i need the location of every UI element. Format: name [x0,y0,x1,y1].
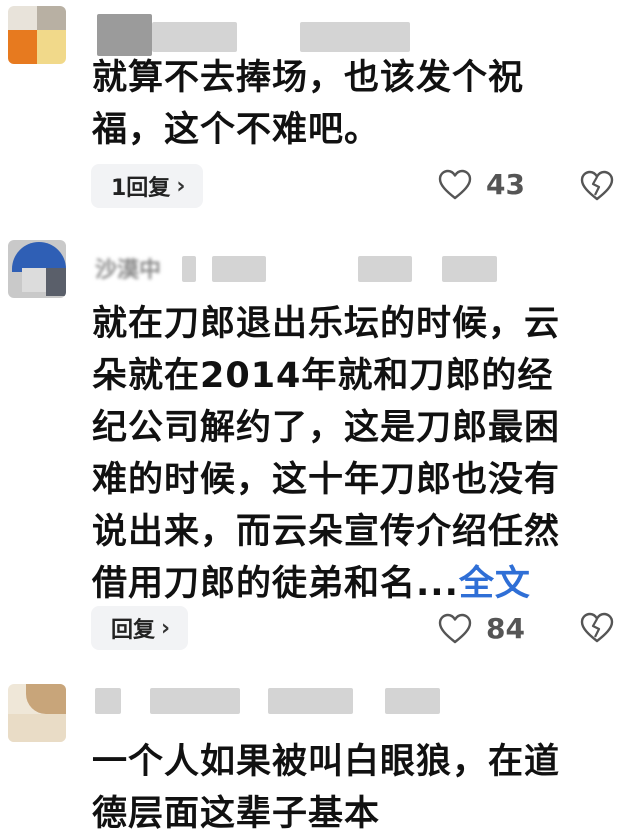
username-blur [152,22,237,52]
chevron-right-icon: › [161,615,171,641]
like-count: 43 [486,168,525,201]
username-blur[interactable] [95,688,121,714]
like-button[interactable]: 43 [438,168,525,201]
comment-line: 纪公司解约了，这是刀郎最困 [92,408,561,448]
comment-line: 借用刀郎的徒弟和名...全文 [92,558,622,610]
comment-last-line: 借用刀郎的徒弟和名... [92,564,459,604]
username-blur [300,22,410,52]
heart-icon [438,613,472,643]
username-blur [182,256,196,282]
comment-item-1: 就算不去捧场，也该发个祝 福，这个不难吧。 1回复 › 43 [0,0,640,220]
avatar[interactable] [8,6,66,64]
chevron-right-icon: › [176,173,186,199]
comment-line: 福，这个不难吧。 [92,110,381,150]
reply-button[interactable]: 回复 › [91,606,189,650]
like-count: 84 [486,612,525,645]
username-blur [442,256,497,282]
avatar[interactable] [8,240,66,298]
comment-line: 难的时候，这十年刀郎也没有 [92,460,561,500]
username-blur [268,688,353,714]
comment-item-2: 沙漠中 就在刀郎退出乐坛的时候，云 朵就在2014年就和刀郎的经 纪公司解约了，… [0,230,640,660]
comment-text: 一个人如果被叫白眼狼，在道 德层面这辈子基本 [92,736,622,840]
comment-line: 德层面这辈子基本 [92,794,381,834]
full-text-link[interactable]: 全文 [459,564,531,604]
heart-icon [438,169,472,199]
author-name[interactable]: 沙漠中 [95,252,161,284]
username-blur [212,256,266,282]
username-blur [150,688,240,714]
comment-line: 一个人如果被叫白眼狼，在道 [92,742,561,782]
username-blur [385,688,440,714]
comment-line: 就算不去捧场，也该发个祝 [92,58,525,98]
comment-line: 说出来，而云朵宣传介绍任然 [92,512,561,552]
avatar[interactable] [8,684,66,742]
comment-item-3: 一个人如果被叫白眼狼，在道 德层面这辈子基本 [0,670,640,834]
comment-text: 就在刀郎退出乐坛的时候，云 朵就在2014年就和刀郎的经 纪公司解约了，这是刀郎… [92,298,622,610]
broken-heart-icon[interactable] [580,170,614,202]
comment-line: 就在刀郎退出乐坛的时候，云 [92,304,561,344]
broken-heart-icon[interactable] [580,612,614,644]
reply-button[interactable]: 1回复 › [91,164,204,208]
reply-label: 回复 [111,618,156,643]
comment-line: 朵就在2014年就和刀郎的经 [92,356,554,396]
username-blur [358,256,412,282]
reply-label: 1回复 [111,176,171,201]
like-button[interactable]: 84 [438,612,525,645]
comment-text: 就算不去捧场，也该发个祝 福，这个不难吧。 [92,52,622,156]
username-blur[interactable] [97,14,152,56]
